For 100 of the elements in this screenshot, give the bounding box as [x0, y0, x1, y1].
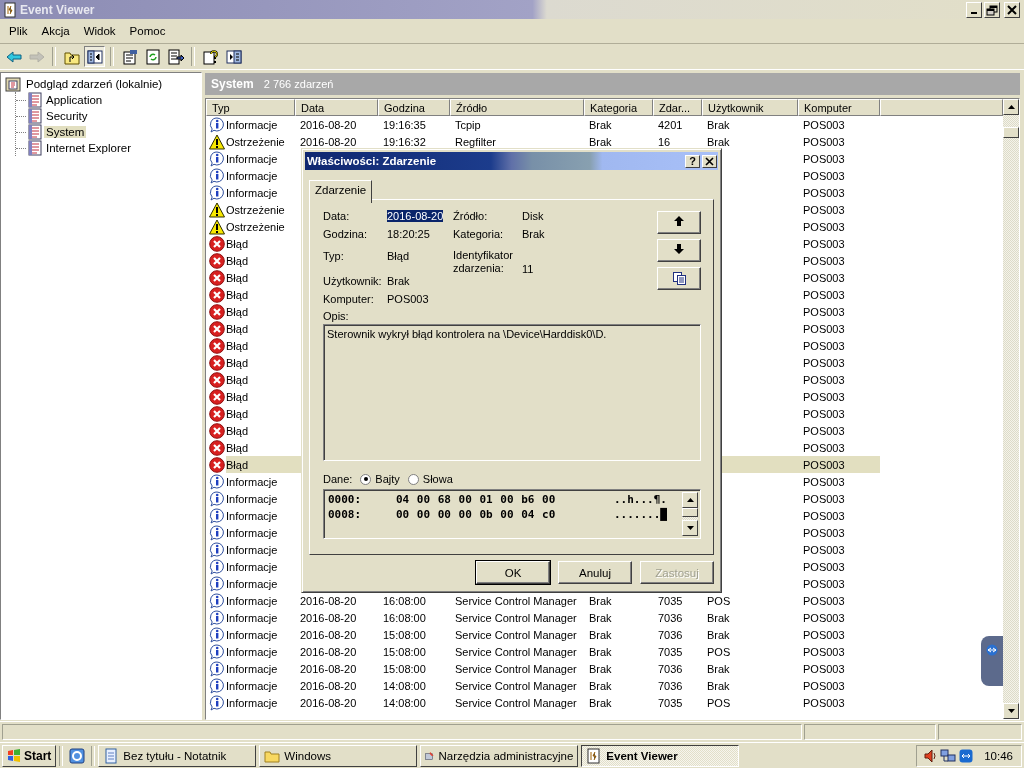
scroll-thumb[interactable]: [1003, 127, 1019, 138]
table-cell: Brak: [707, 611, 730, 624]
event-type: Błąd: [226, 339, 249, 352]
info-icon: [209, 184, 225, 201]
scroll-thumb[interactable]: [682, 508, 698, 517]
table-cell: POS003: [803, 577, 845, 590]
tree-item[interactable]: Application: [44, 94, 105, 106]
field-label: Użytkownik:: [323, 275, 383, 289]
list-title: System: [211, 77, 254, 91]
tree-item[interactable]: Security: [44, 110, 90, 122]
up-arrow-icon: [1007, 105, 1015, 109]
dialog-title: Właściwości: Zdarzenie: [307, 155, 437, 167]
field-label: Kategoria:: [453, 228, 505, 242]
table-cell: POS003: [803, 628, 845, 641]
data-field[interactable]: 0000: 04 00 68 00 01 00 b6 00 ..h...¶. 0008: 00 00 00 00 0b 00 04 c0 .......█: [323, 489, 701, 539]
remote-control-icon: [959, 748, 974, 763]
hex-offset: 0008:: [328, 508, 363, 521]
dialog-button[interactable]: OK: [476, 561, 550, 584]
start-button[interactable]: Start: [2, 744, 57, 767]
table-cell: 7036: [658, 611, 683, 624]
field-value: Brak: [522, 228, 546, 242]
close-button[interactable]: [702, 154, 717, 168]
menu-item[interactable]: Plik: [2, 25, 35, 37]
event-type: Błąd: [226, 254, 249, 267]
field-label: Dane:: [323, 472, 353, 485]
taskbar-button[interactable]: Bez tytułu - Notatnik: [98, 744, 257, 767]
table-cell: 19:16:35: [383, 118, 426, 131]
column-header[interactable]: Komputer: [798, 99, 880, 116]
tree-toggle-button[interactable]: [84, 46, 105, 67]
menu-item[interactable]: Akcja: [34, 25, 77, 37]
error-icon: [209, 303, 225, 320]
radio-option[interactable]: Słowa: [407, 473, 453, 485]
table-cell: 7035: [658, 645, 683, 658]
column-header[interactable]: Godzina: [378, 99, 450, 116]
table-cell: Brak: [589, 135, 612, 148]
error-icon: [209, 337, 225, 354]
table-cell: POS003: [803, 271, 845, 284]
taskbar-button[interactable]: Event Viewer: [581, 744, 740, 767]
down-arrow-icon: [672, 244, 686, 257]
taskbar-button[interactable]: Narzędzia administracyjne: [420, 744, 579, 767]
field-label: Identyfikator zdarzenia:: [453, 249, 513, 275]
event-type: Błąd: [226, 288, 249, 301]
scroll-down-button[interactable]: [682, 520, 698, 536]
hex-offset: 0000:: [328, 493, 363, 506]
table-cell: POS003: [803, 441, 845, 454]
table-cell: 16: [658, 135, 671, 148]
tree-item[interactable]: Podgląd zdarzeń (lokalnie): [24, 78, 165, 90]
table-cell: Brak: [707, 679, 730, 692]
info-icon: [209, 575, 225, 592]
side-tab[interactable]: [981, 636, 1003, 686]
field-value: 2016-08-20: [387, 210, 445, 224]
description-field[interactable]: Sterownik wykrył błąd kontrolera na \Device\Harddisk0\D.: [323, 324, 701, 461]
scroll-up-button[interactable]: [682, 492, 698, 508]
event-type: Informacje: [226, 679, 278, 692]
scroll-up-button[interactable]: [1003, 99, 1019, 115]
error-icon: [209, 286, 225, 303]
column-header[interactable]: Data: [295, 99, 378, 116]
event-count: 2 766 zdarzeń: [263, 78, 334, 90]
event-type: Informacje: [226, 152, 278, 165]
tab[interactable]: Zdarzenie: [309, 180, 373, 203]
field-label: Typ:: [323, 250, 345, 264]
event-log-icon: [4, 1, 16, 18]
table-cell: POS003: [803, 560, 845, 573]
column-header[interactable]: Źródło: [450, 99, 584, 116]
info-icon: [209, 150, 225, 167]
taskbar-button[interactable]: Windows: [259, 744, 418, 767]
table-cell: POS003: [803, 305, 845, 318]
radio-option[interactable]: Bajty: [360, 473, 400, 485]
hex-chars: .......█: [614, 508, 667, 521]
column-header[interactable]: Użytkownik: [702, 99, 798, 116]
menu-item[interactable]: Widok: [76, 25, 123, 37]
close-button[interactable]: [1004, 1, 1020, 18]
copy-button[interactable]: [657, 267, 701, 290]
scrollbar[interactable]: [682, 492, 698, 536]
scroll-down-button[interactable]: [1003, 703, 1019, 719]
table-cell: 2016-08-20: [300, 118, 357, 131]
column-header[interactable]: Typ: [206, 99, 295, 116]
scrollbar[interactable]: [1003, 99, 1019, 719]
tree-item[interactable]: Internet Explorer: [44, 142, 133, 154]
next-button[interactable]: [657, 239, 701, 262]
close-icon: [705, 156, 714, 166]
restore-button[interactable]: [984, 1, 1000, 18]
column-header[interactable]: Kategoria: [584, 99, 653, 116]
table-cell: POS003: [803, 118, 845, 131]
menu-item[interactable]: Pomoc: [122, 25, 173, 37]
table-cell: POS003: [803, 594, 845, 607]
event-type: Informacje: [226, 186, 278, 199]
tree-item[interactable]: System: [44, 126, 87, 138]
event-type: Informacje: [226, 560, 278, 573]
help-button[interactable]: ?: [685, 154, 700, 168]
column-header[interactable]: Zdar...: [653, 99, 702, 116]
dialog-button[interactable]: Anuluj: [558, 561, 632, 584]
event-viewer-icon: [5, 76, 21, 92]
event-type: Informacje: [226, 611, 278, 624]
export-list-button[interactable]: [165, 46, 186, 67]
info-icon: [209, 116, 225, 133]
table-cell: Brak: [707, 118, 730, 131]
minimize-button[interactable]: [966, 1, 982, 18]
table-cell: POS003: [803, 458, 845, 471]
previous-button[interactable]: [657, 211, 701, 234]
